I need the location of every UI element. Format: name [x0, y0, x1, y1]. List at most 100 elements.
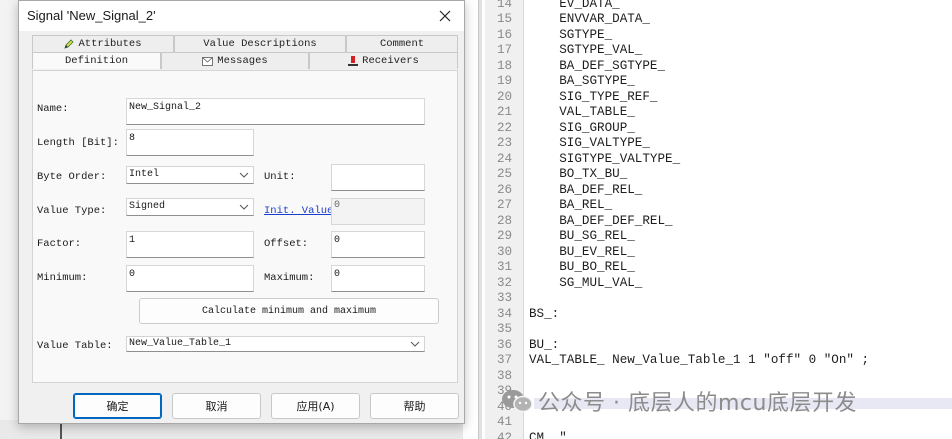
maximum-field[interactable]: 0 — [331, 265, 425, 292]
code-line[interactable]: 31 BU_BO_REL_ — [485, 260, 952, 276]
apply-button[interactable]: 应用(A) — [271, 393, 360, 419]
code-line[interactable]: 29 BU_SG_REL_ — [485, 229, 952, 245]
line-number: 33 — [497, 291, 513, 306]
envelope-icon — [202, 56, 214, 66]
chevron-down-icon — [239, 204, 249, 210]
code-text: SIG_VALTYPE_ — [529, 136, 650, 151]
code-line[interactable]: 30 BU_EV_REL_ — [485, 244, 952, 260]
code-line[interactable]: 21 VAL_TABLE_ — [485, 105, 952, 121]
dialog-title: Signal 'New_Signal_2' — [27, 8, 156, 23]
minimum-label: Minimum: — [37, 272, 88, 284]
code-text: BU_SG_REL_ — [529, 229, 635, 244]
code-text: BU_EV_REL_ — [529, 244, 635, 259]
code-text: SIG_TYPE_REF_ — [529, 89, 658, 104]
value-table-select[interactable]: New_Value_Table_1 — [126, 336, 425, 352]
tab-messages[interactable]: Messages — [161, 52, 309, 69]
code-line[interactable]: 16 SGTYPE_ — [485, 27, 952, 43]
code-line[interactable]: 36 BU_: — [485, 337, 952, 353]
definition-panel: Name: New_Signal_2 Length [Bit]: 8 Byte … — [32, 70, 458, 383]
length-field[interactable]: 8 — [126, 129, 254, 156]
line-number: 20 — [497, 89, 513, 104]
code-text: VAL_TABLE_ New_Value_Table_1 1 "off" 0 "… — [529, 353, 870, 368]
code-line[interactable]: 26 BA_DEF_REL_ — [485, 182, 952, 198]
code-lines[interactable]: 14 EV_DATA_ 15 ENVVAR_DATA_ 16 SGTYPE_ 17 S… — [485, 0, 952, 439]
minimum-field[interactable]: 0 — [126, 265, 254, 292]
code-line[interactable]: 34 BS_: — [485, 306, 952, 322]
offset-field[interactable]: 0 — [331, 231, 425, 258]
code-text: BU_BO_REL_ — [529, 260, 635, 275]
tab-receivers[interactable]: Receivers — [309, 52, 458, 69]
tab-strip: Attributes Value Descriptions Comment De… — [32, 35, 458, 70]
code-text: SIG_GROUP_ — [529, 120, 635, 135]
code-line[interactable]: 32 SG_MUL_VAL_ — [485, 275, 952, 291]
maximum-label: Maximum: — [264, 272, 315, 284]
name-field[interactable]: New_Signal_2 — [126, 98, 425, 125]
offset-label: Offset: — [264, 238, 309, 250]
receiver-icon — [348, 56, 359, 66]
code-text: SIGTYPE_VALTYPE_ — [529, 151, 681, 166]
cancel-button[interactable]: 取消 — [172, 393, 261, 419]
code-line[interactable]: 38 — [485, 368, 952, 384]
byte-order-select[interactable]: Intel — [126, 166, 254, 184]
chevron-down-icon — [410, 341, 420, 347]
code-line[interactable]: 27 BA_REL_ — [485, 198, 952, 214]
unit-field[interactable] — [331, 164, 425, 191]
line-number: 15 — [497, 12, 513, 27]
dialog-button-bar: 确定 取消 应用(A) 帮助 — [19, 391, 464, 421]
tab-comment-label: Comment — [379, 38, 425, 50]
line-number: 38 — [497, 368, 513, 383]
watermark: 公众号 · 底层人的mcu底层开发 — [498, 384, 952, 418]
dialog-titlebar[interactable]: Signal 'New_Signal_2' — [19, 1, 464, 31]
code-text: ENVVAR_DATA_ — [529, 12, 650, 27]
close-button[interactable] — [434, 5, 456, 27]
tab-comment[interactable]: Comment — [346, 35, 458, 52]
init-value-link[interactable]: Init. Value — [264, 205, 333, 217]
line-number: 31 — [497, 260, 513, 275]
code-line[interactable]: 14 EV_DATA_ — [485, 0, 952, 12]
tab-messages-label: Messages — [217, 55, 268, 67]
code-line[interactable]: 25 BO_TX_BU_ — [485, 167, 952, 183]
help-button[interactable]: 帮助 — [370, 393, 459, 419]
tab-attributes-label: Attributes — [78, 38, 142, 50]
code-line[interactable]: 42 CM_ " — [485, 430, 952, 439]
tab-row-lower: Definition Messages Receivers — [32, 52, 458, 69]
line-number: 32 — [497, 275, 513, 290]
code-line[interactable]: 20 SIG_TYPE_REF_ — [485, 89, 952, 105]
tab-attributes[interactable]: Attributes — [32, 35, 174, 52]
code-line[interactable]: 37 VAL_TABLE_ New_Value_Table_1 1 "off" 0… — [485, 353, 952, 369]
calculate-min-max-button[interactable]: Calculate minimum and maximum — [139, 298, 439, 324]
code-text: VAL_TABLE_ — [529, 105, 635, 120]
code-text: BA_DEF_REL_ — [529, 182, 643, 197]
code-line[interactable]: 35 — [485, 322, 952, 338]
code-text: BA_SGTYPE_ — [529, 74, 635, 89]
code-text: BA_DEF_DEF_REL_ — [529, 213, 673, 228]
ok-button[interactable]: 确定 — [73, 393, 162, 419]
tab-row-upper: Attributes Value Descriptions Comment — [32, 35, 458, 52]
code-line[interactable]: 28 BA_DEF_DEF_REL_ — [485, 213, 952, 229]
code-line[interactable]: 19 BA_SGTYPE_ — [485, 74, 952, 90]
code-line[interactable]: 18 BA_DEF_SGTYPE_ — [485, 58, 952, 74]
line-number: 18 — [497, 58, 513, 73]
code-text: SGTYPE_ — [529, 27, 613, 42]
tab-definition[interactable]: Definition — [32, 52, 161, 69]
tab-value-descriptions-label: Value Descriptions — [203, 38, 317, 50]
name-label: Name: — [37, 103, 69, 115]
value-type-select[interactable]: Signed — [126, 198, 254, 216]
code-line[interactable]: 15 ENVVAR_DATA_ — [485, 12, 952, 28]
code-line[interactable]: 23 SIG_VALTYPE_ — [485, 136, 952, 152]
code-line[interactable]: 33 — [485, 291, 952, 307]
factor-field[interactable]: 1 — [126, 231, 254, 258]
byte-order-label: Byte Order: — [37, 171, 107, 183]
code-line[interactable]: 22 SIG_GROUP_ — [485, 120, 952, 136]
line-number: 36 — [497, 337, 513, 352]
tab-receivers-label: Receivers — [362, 55, 419, 67]
value-table-label: Value Table: — [37, 340, 113, 352]
editor-splitter[interactable] — [478, 0, 482, 439]
code-text: BA_DEF_SGTYPE_ — [529, 58, 666, 73]
code-line[interactable]: 17 SGTYPE_VAL_ — [485, 43, 952, 59]
tab-value-descriptions[interactable]: Value Descriptions — [174, 35, 346, 52]
line-number: 25 — [497, 167, 513, 182]
line-number: 16 — [497, 27, 513, 42]
code-line[interactable]: 24 SIGTYPE_VALTYPE_ — [485, 151, 952, 167]
line-number: 26 — [497, 182, 513, 197]
